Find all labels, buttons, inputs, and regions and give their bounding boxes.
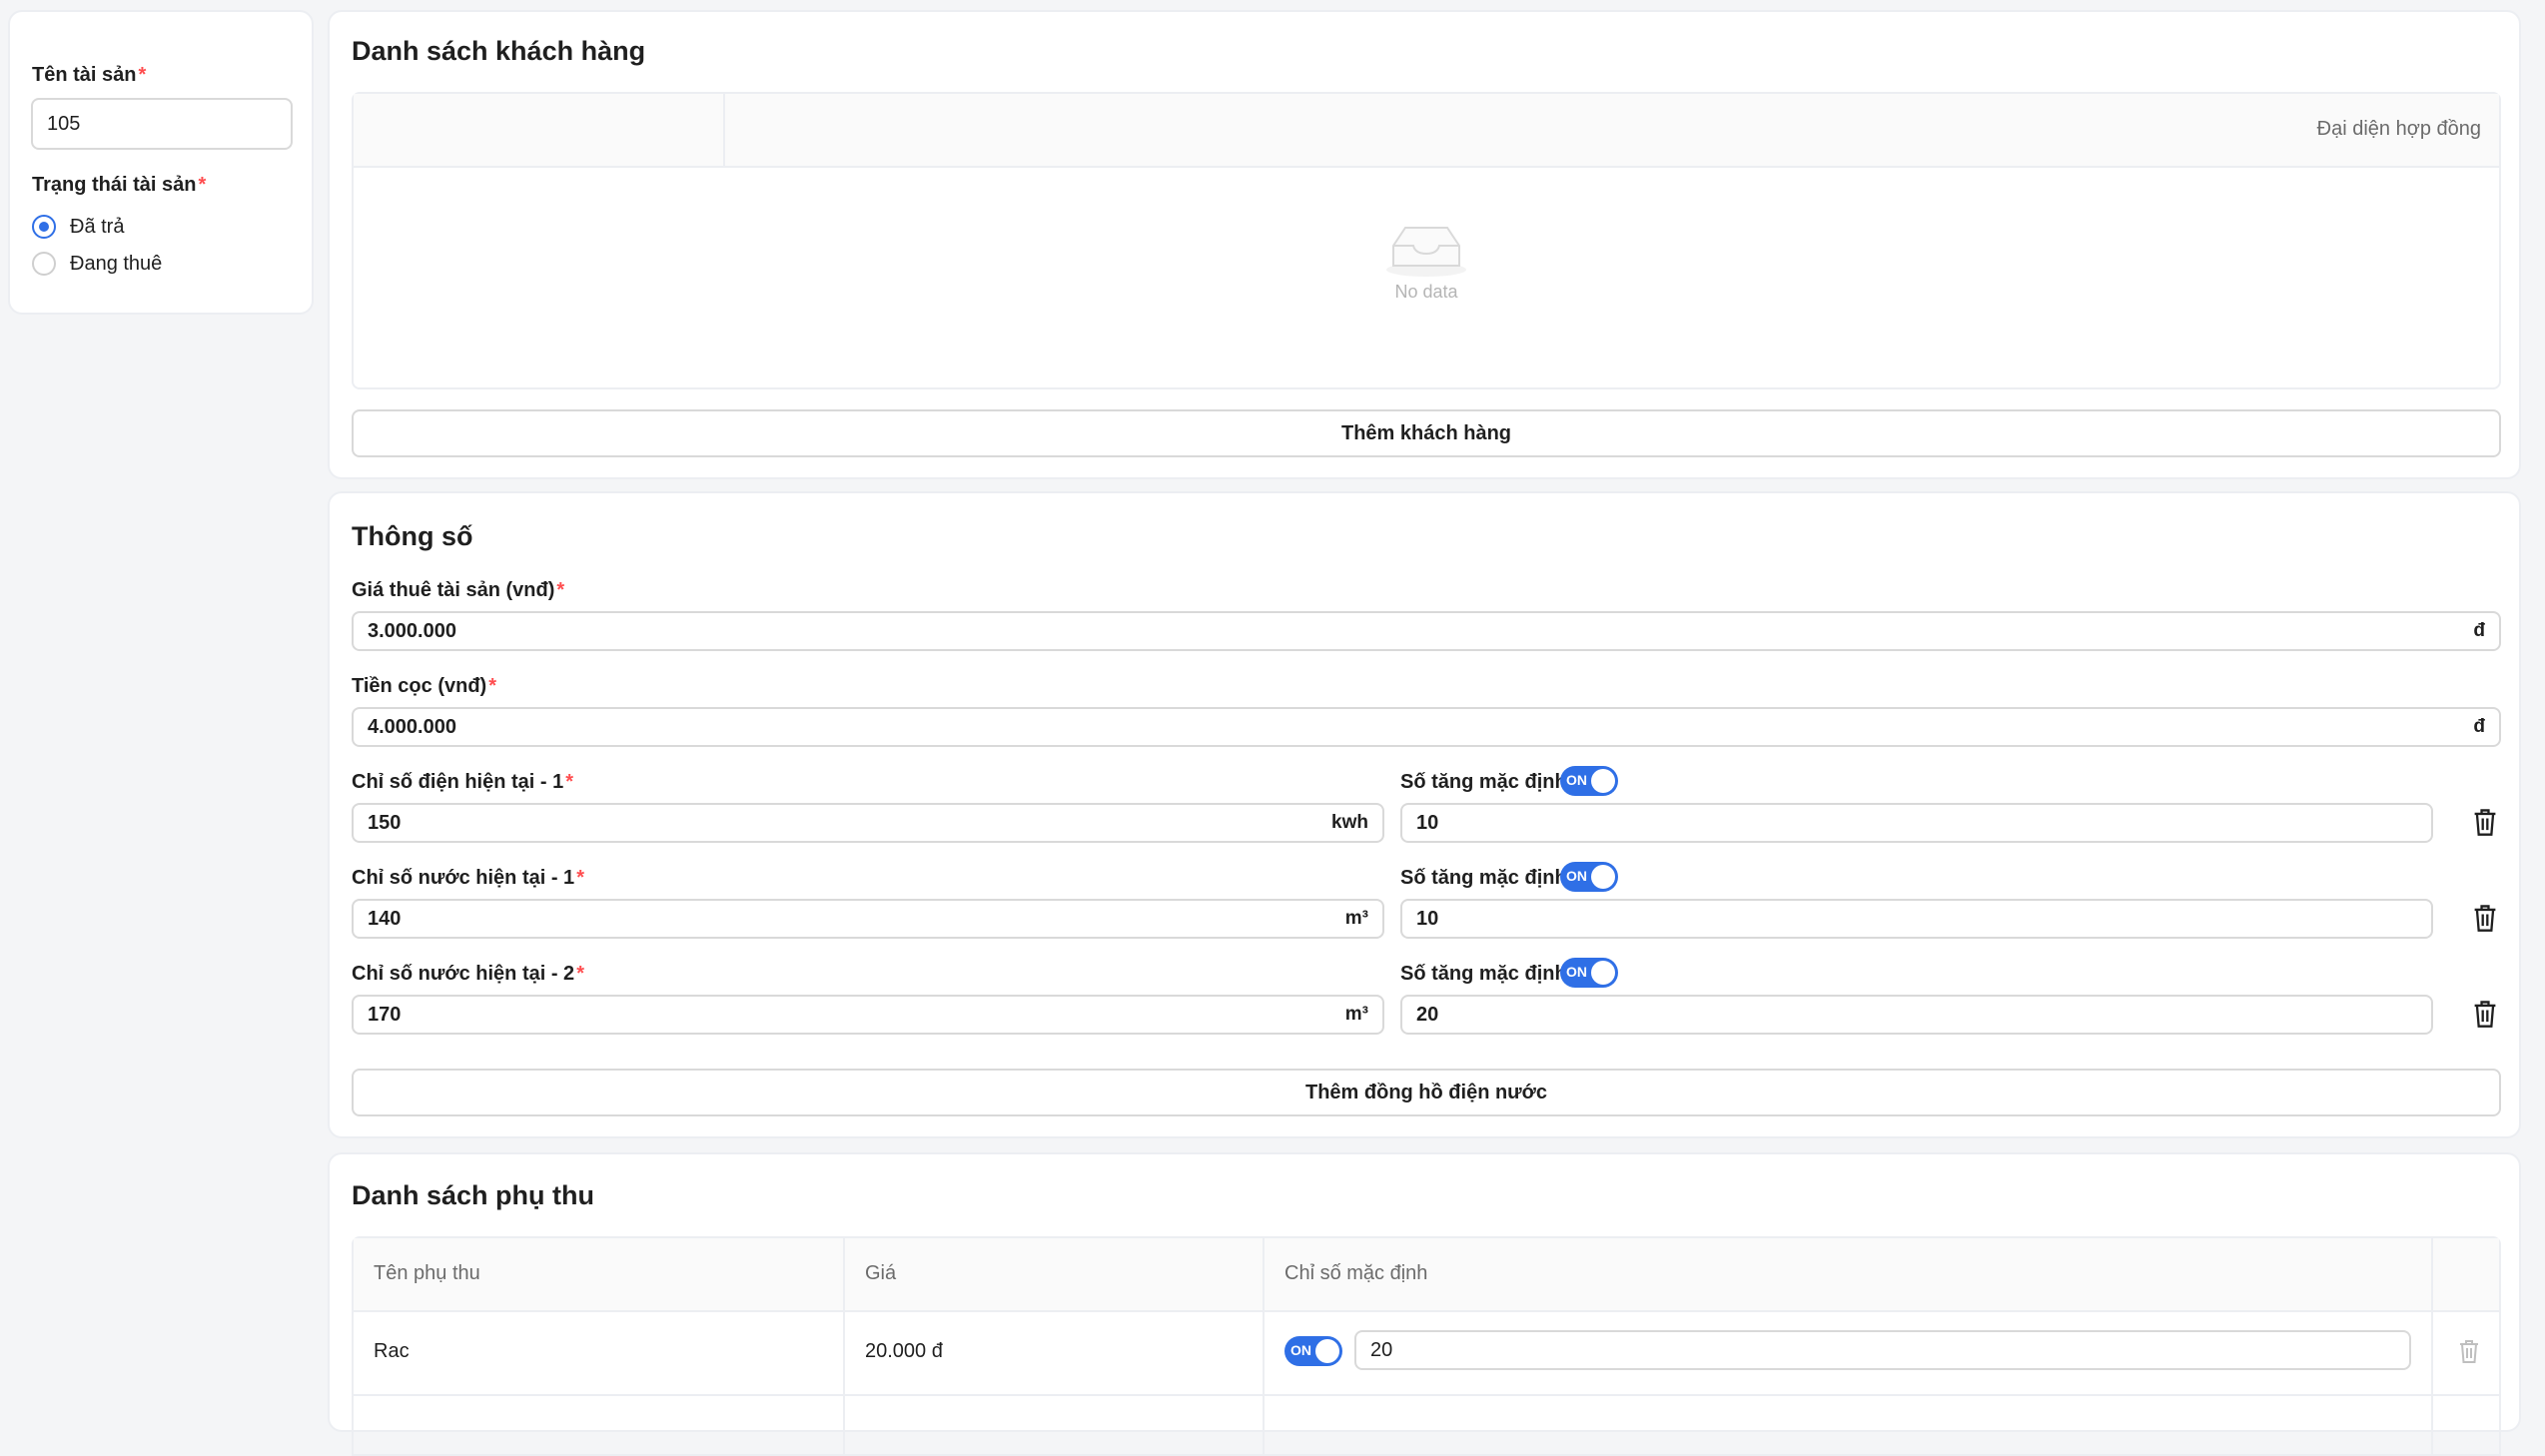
empty-text: No data	[1394, 282, 1458, 302]
surcharge-default-header: Chỉ số mặc định	[1284, 1262, 1428, 1284]
surcharge-toggle[interactable]: ON	[1284, 1336, 1342, 1366]
status-option-label: Đã trả	[70, 215, 125, 238]
meter-value-input[interactable]: 170 m³	[352, 995, 1384, 1035]
increment-label: Số tăng mặc định	[1400, 771, 1567, 793]
meter-label: Chỉ số điện hiện tại - 1 *	[352, 771, 574, 793]
table-row: Rac 20.000 đ ON 20	[354, 1310, 2499, 1396]
status-radio-renting[interactable]: Đang thuê	[32, 252, 162, 276]
increment-toggle[interactable]: ON	[1560, 862, 1618, 892]
customers-card: Danh sách khách hàng Đại diện hợp đồng N…	[328, 10, 2521, 479]
deposit-label: Tiền cọc (vnđ) *	[352, 675, 497, 697]
asset-name-input[interactable]: 105	[31, 98, 293, 150]
status-option-label: Đang thuê	[70, 252, 163, 275]
surcharge-name-header: Tên phụ thu	[374, 1262, 480, 1284]
specs-title: Thông số	[352, 521, 473, 551]
contract-representative-header: Đại diện hợp đồng	[2316, 118, 2481, 140]
trash-icon[interactable]	[2457, 1338, 2481, 1364]
add-customer-button[interactable]: Thêm khách hàng	[352, 409, 2501, 457]
customers-title: Danh sách khách hàng	[352, 36, 646, 66]
increment-value-input[interactable]: 10	[1400, 899, 2433, 939]
asset-name-label: Tên tài sản *	[32, 64, 147, 86]
rent-label: Giá thuê tài sản (vnđ) *	[352, 579, 565, 601]
surcharges-table-header: Tên phụ thu Giá Chỉ số mặc định	[354, 1238, 2499, 1312]
increment-value-input[interactable]: 10	[1400, 803, 2433, 843]
surcharge-price: 20.000 đ	[865, 1340, 943, 1362]
specs-card: Thông số Giá thuê tài sản (vnđ) * 3.000.0…	[328, 491, 2521, 1138]
meter-value-input[interactable]: 150 kwh	[352, 803, 1384, 843]
increment-value-input[interactable]: 20	[1400, 995, 2433, 1035]
surcharge-price-header: Giá	[865, 1262, 897, 1284]
meter-value-input[interactable]: 140 m³	[352, 899, 1384, 939]
meter-label: Chỉ số nước hiện tại - 1 *	[352, 867, 584, 889]
increment-label: Số tăng mặc định	[1400, 867, 1567, 889]
surcharges-card: Danh sách phụ thu Tên phụ thu Giá Chỉ số…	[328, 1152, 2521, 1456]
unit-suffix: m³	[1344, 908, 1368, 929]
increment-label: Số tăng mặc định	[1400, 963, 1567, 985]
trash-icon[interactable]	[2471, 999, 2499, 1029]
currency-suffix: đ	[2473, 716, 2485, 737]
unit-suffix: kwh	[1331, 812, 1368, 833]
asset-status-label: Trạng thái tài sản *	[32, 174, 207, 196]
deposit-input[interactable]: 4.000.000 đ	[352, 707, 2501, 747]
surcharges-table: Tên phụ thu Giá Chỉ số mặc định Rac 20.0…	[352, 1236, 2501, 1456]
currency-suffix: đ	[2473, 620, 2485, 641]
empty-inbox-icon	[1386, 227, 1466, 277]
customers-table: Đại diện hợp đồng No data	[352, 92, 2501, 389]
trash-icon[interactable]	[2471, 903, 2499, 933]
increment-toggle[interactable]: ON	[1560, 766, 1618, 796]
meter-label: Chỉ số nước hiện tại - 2 *	[352, 963, 584, 985]
status-radio-returned[interactable]: Đã trả	[32, 215, 124, 239]
increment-toggle[interactable]: ON	[1560, 958, 1618, 988]
surcharges-title: Danh sách phụ thu	[352, 1180, 594, 1210]
rent-input[interactable]: 3.000.000 đ	[352, 611, 2501, 651]
trash-icon[interactable]	[2471, 807, 2499, 837]
unit-suffix: m³	[1344, 1004, 1368, 1025]
add-meter-button[interactable]: Thêm đồng hồ điện nước	[352, 1069, 2501, 1116]
surcharge-name: Rac	[374, 1340, 410, 1362]
customers-table-header: Đại diện hợp đồng	[354, 94, 2499, 168]
radio-button[interactable]	[32, 252, 56, 276]
radio-button-checked[interactable]	[32, 215, 56, 239]
header-divider	[723, 94, 725, 166]
asset-info-card: Tên tài sản * 105 Trạng thái tài sản * Đã …	[8, 10, 314, 315]
surcharge-default-input[interactable]: 20	[1354, 1330, 2411, 1370]
empty-state: No data	[354, 222, 2499, 303]
